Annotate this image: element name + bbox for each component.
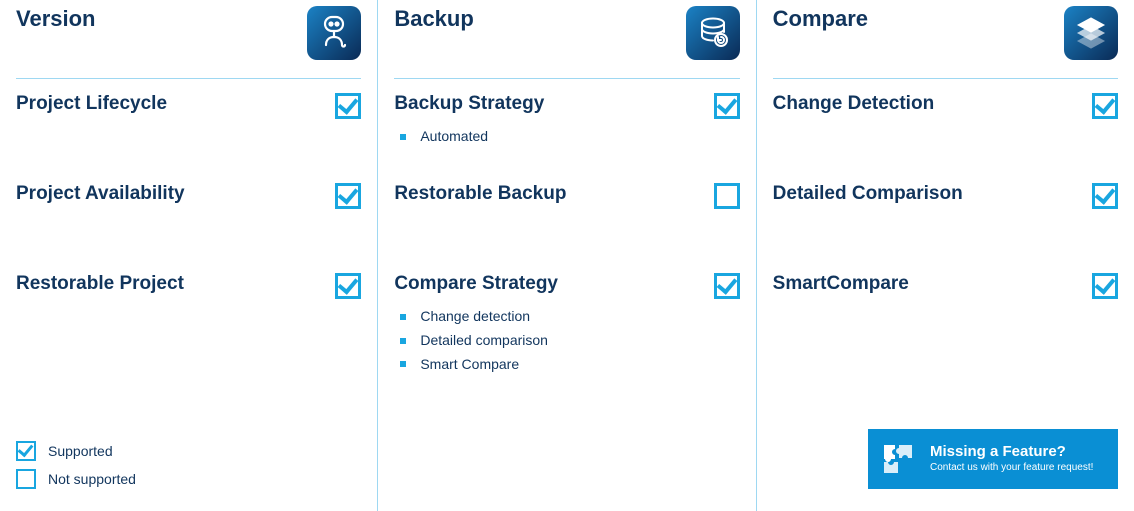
legend-label: Supported [48,443,113,459]
legend-item-not-supported: Not supported [16,469,136,489]
feature-row: Detailed Comparison [773,183,1118,273]
column-header: Version [16,0,361,78]
column-header: Compare [773,0,1118,78]
feature-row: Restorable Project [16,273,361,363]
checkbox-icon [1092,183,1118,209]
layers-icon [1064,6,1118,60]
feature-subitem: Automated [400,125,739,149]
feature-row: Restorable Backup [394,183,739,273]
bullet-icon [400,134,406,140]
checkbox-empty-icon [714,183,740,209]
checkbox-icon [335,183,361,209]
comparison-table: Version Project Lifecycle [0,0,1134,511]
cta-title: Missing a Feature? [930,444,1093,461]
checkbox-icon [714,273,740,299]
column-title: Compare [773,6,868,32]
feature-row: Project Availability [16,183,361,273]
feature-subitem: Smart Compare [400,353,739,377]
checkbox-icon [335,93,361,119]
legend-item-supported: Supported [16,441,136,461]
checkbox-icon [16,441,36,461]
feature-row: Compare Strategy Change detection Detail… [394,273,739,376]
column-backup: Backup Backup Strategy [377,0,755,511]
column-title: Backup [394,6,473,32]
feature-label: Restorable Project [16,273,184,296]
feature-subitem: Change detection [400,305,739,329]
bullet-icon [400,338,406,344]
column-title: Version [16,6,95,32]
checkbox-icon [714,93,740,119]
column-compare: Compare Change Detection Detailed Compar… [756,0,1134,511]
robot-icon [307,6,361,60]
column-version: Version Project Lifecycle [0,0,377,511]
checkbox-icon [1092,93,1118,119]
cta-subtitle: Contact us with your feature request! [930,462,1093,474]
bullet-icon [400,361,406,367]
bullet-icon [400,314,406,320]
feature-label: SmartCompare [773,273,909,296]
legend: Supported Not supported [16,433,136,489]
database-restore-icon [686,6,740,60]
feature-label: Project Availability [16,183,185,206]
feature-row: Project Lifecycle [16,93,361,183]
feature-label: Project Lifecycle [16,93,167,116]
feature-row: SmartCompare [773,273,1118,363]
feature-request-cta[interactable]: Missing a Feature? Contact us with your … [868,429,1118,489]
checkbox-icon [335,273,361,299]
legend-label: Not supported [48,471,136,487]
feature-label: Compare Strategy [394,273,558,296]
feature-label: Restorable Backup [394,183,566,206]
feature-label: Detailed Comparison [773,183,963,206]
feature-subitem: Detailed comparison [400,329,739,353]
checkbox-empty-icon [16,469,36,489]
checkbox-icon [1092,273,1118,299]
feature-label: Change Detection [773,93,935,116]
feature-label: Backup Strategy [394,93,544,116]
feature-row: Backup Strategy Automated [394,93,739,183]
column-header: Backup [394,0,739,78]
feature-row: Change Detection [773,93,1118,183]
puzzle-icon [878,439,918,479]
